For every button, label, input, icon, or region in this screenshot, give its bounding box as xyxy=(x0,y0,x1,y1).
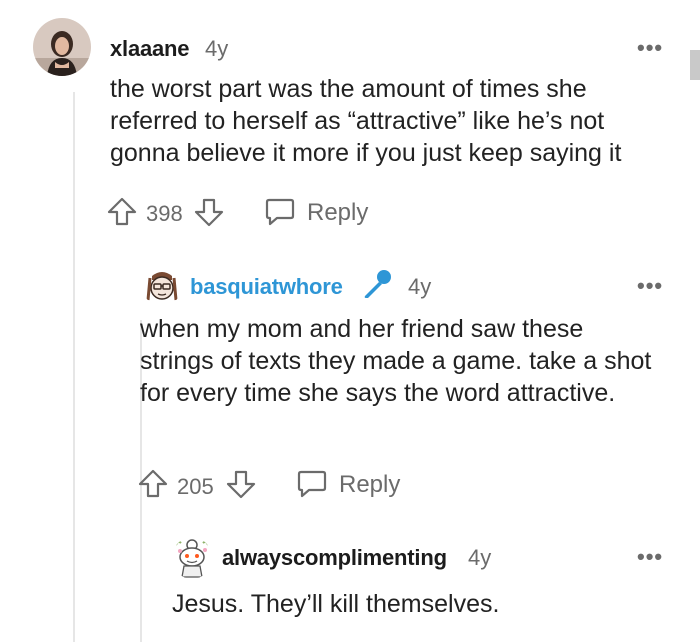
reply-button[interactable]: Reply xyxy=(264,196,374,230)
comment-age: 4y xyxy=(205,36,229,61)
vote-count: 205 xyxy=(177,474,214,499)
comment-body: the worst part was the amount of times s… xyxy=(110,75,622,167)
reply-button[interactable]: Reply xyxy=(296,468,406,502)
more-options-button[interactable]: ••• xyxy=(637,35,663,61)
microphone-icon xyxy=(360,267,394,301)
reply-icon xyxy=(264,197,296,227)
comment-age: 4y xyxy=(468,545,492,570)
upvote-icon[interactable] xyxy=(137,468,169,500)
comment-username[interactable]: xlaaane xyxy=(110,36,190,62)
upvote-icon[interactable] xyxy=(106,196,138,228)
scrollbar-thumb[interactable] xyxy=(690,50,700,80)
downvote-icon[interactable] xyxy=(225,468,257,500)
avatar[interactable] xyxy=(142,266,182,306)
comment-username[interactable]: alwayscomplimenting xyxy=(222,545,447,571)
comment-body: when my mom and her friend saw these str… xyxy=(140,315,652,407)
comment-username[interactable]: basquiatwhore xyxy=(190,274,343,300)
vote-count: 398 xyxy=(146,201,183,226)
reply-icon xyxy=(296,469,328,499)
reply-label: Reply xyxy=(339,471,401,498)
more-options-button[interactable]: ••• xyxy=(637,544,663,570)
more-options-button[interactable]: ••• xyxy=(637,273,663,299)
avatar[interactable] xyxy=(172,537,212,579)
reply-label: Reply xyxy=(307,199,369,226)
avatar[interactable] xyxy=(33,18,91,76)
thread-line[interactable] xyxy=(73,92,75,642)
comment-age: 4y xyxy=(408,274,432,299)
comment-body: Jesus. They’ll kill themselves. xyxy=(172,590,500,618)
downvote-icon[interactable] xyxy=(193,196,225,228)
